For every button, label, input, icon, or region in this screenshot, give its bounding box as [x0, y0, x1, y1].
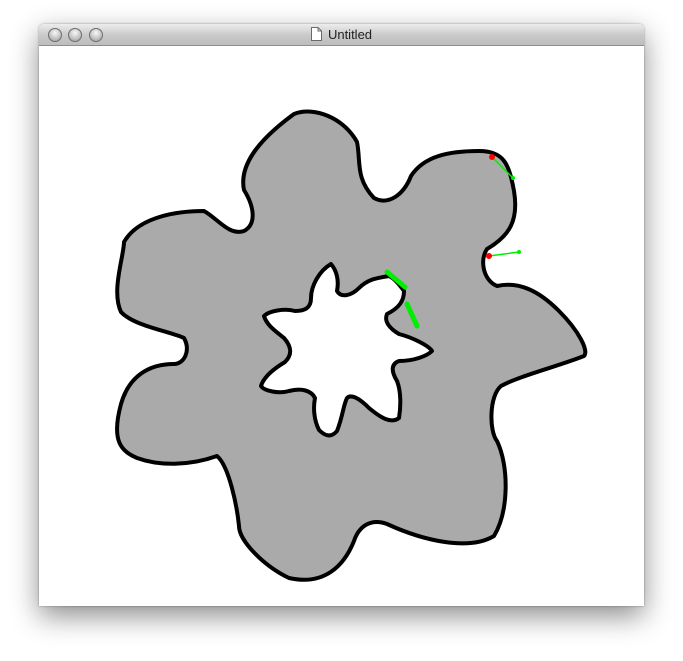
title-bar[interactable]: Untitled	[39, 24, 644, 46]
control-handle-point[interactable]	[511, 176, 515, 180]
control-handle-point[interactable]	[517, 250, 521, 254]
window-title: Untitled	[327, 27, 373, 42]
app-window: Untitled	[39, 24, 644, 606]
control-handle-line[interactable]	[488, 251, 520, 257]
shape-view	[115, 109, 588, 582]
document-icon	[310, 27, 322, 41]
anchor-point[interactable]	[489, 154, 495, 160]
anchor-point[interactable]	[486, 253, 492, 259]
drawing-canvas[interactable]	[39, 46, 644, 606]
gear-shape[interactable]	[115, 109, 588, 582]
